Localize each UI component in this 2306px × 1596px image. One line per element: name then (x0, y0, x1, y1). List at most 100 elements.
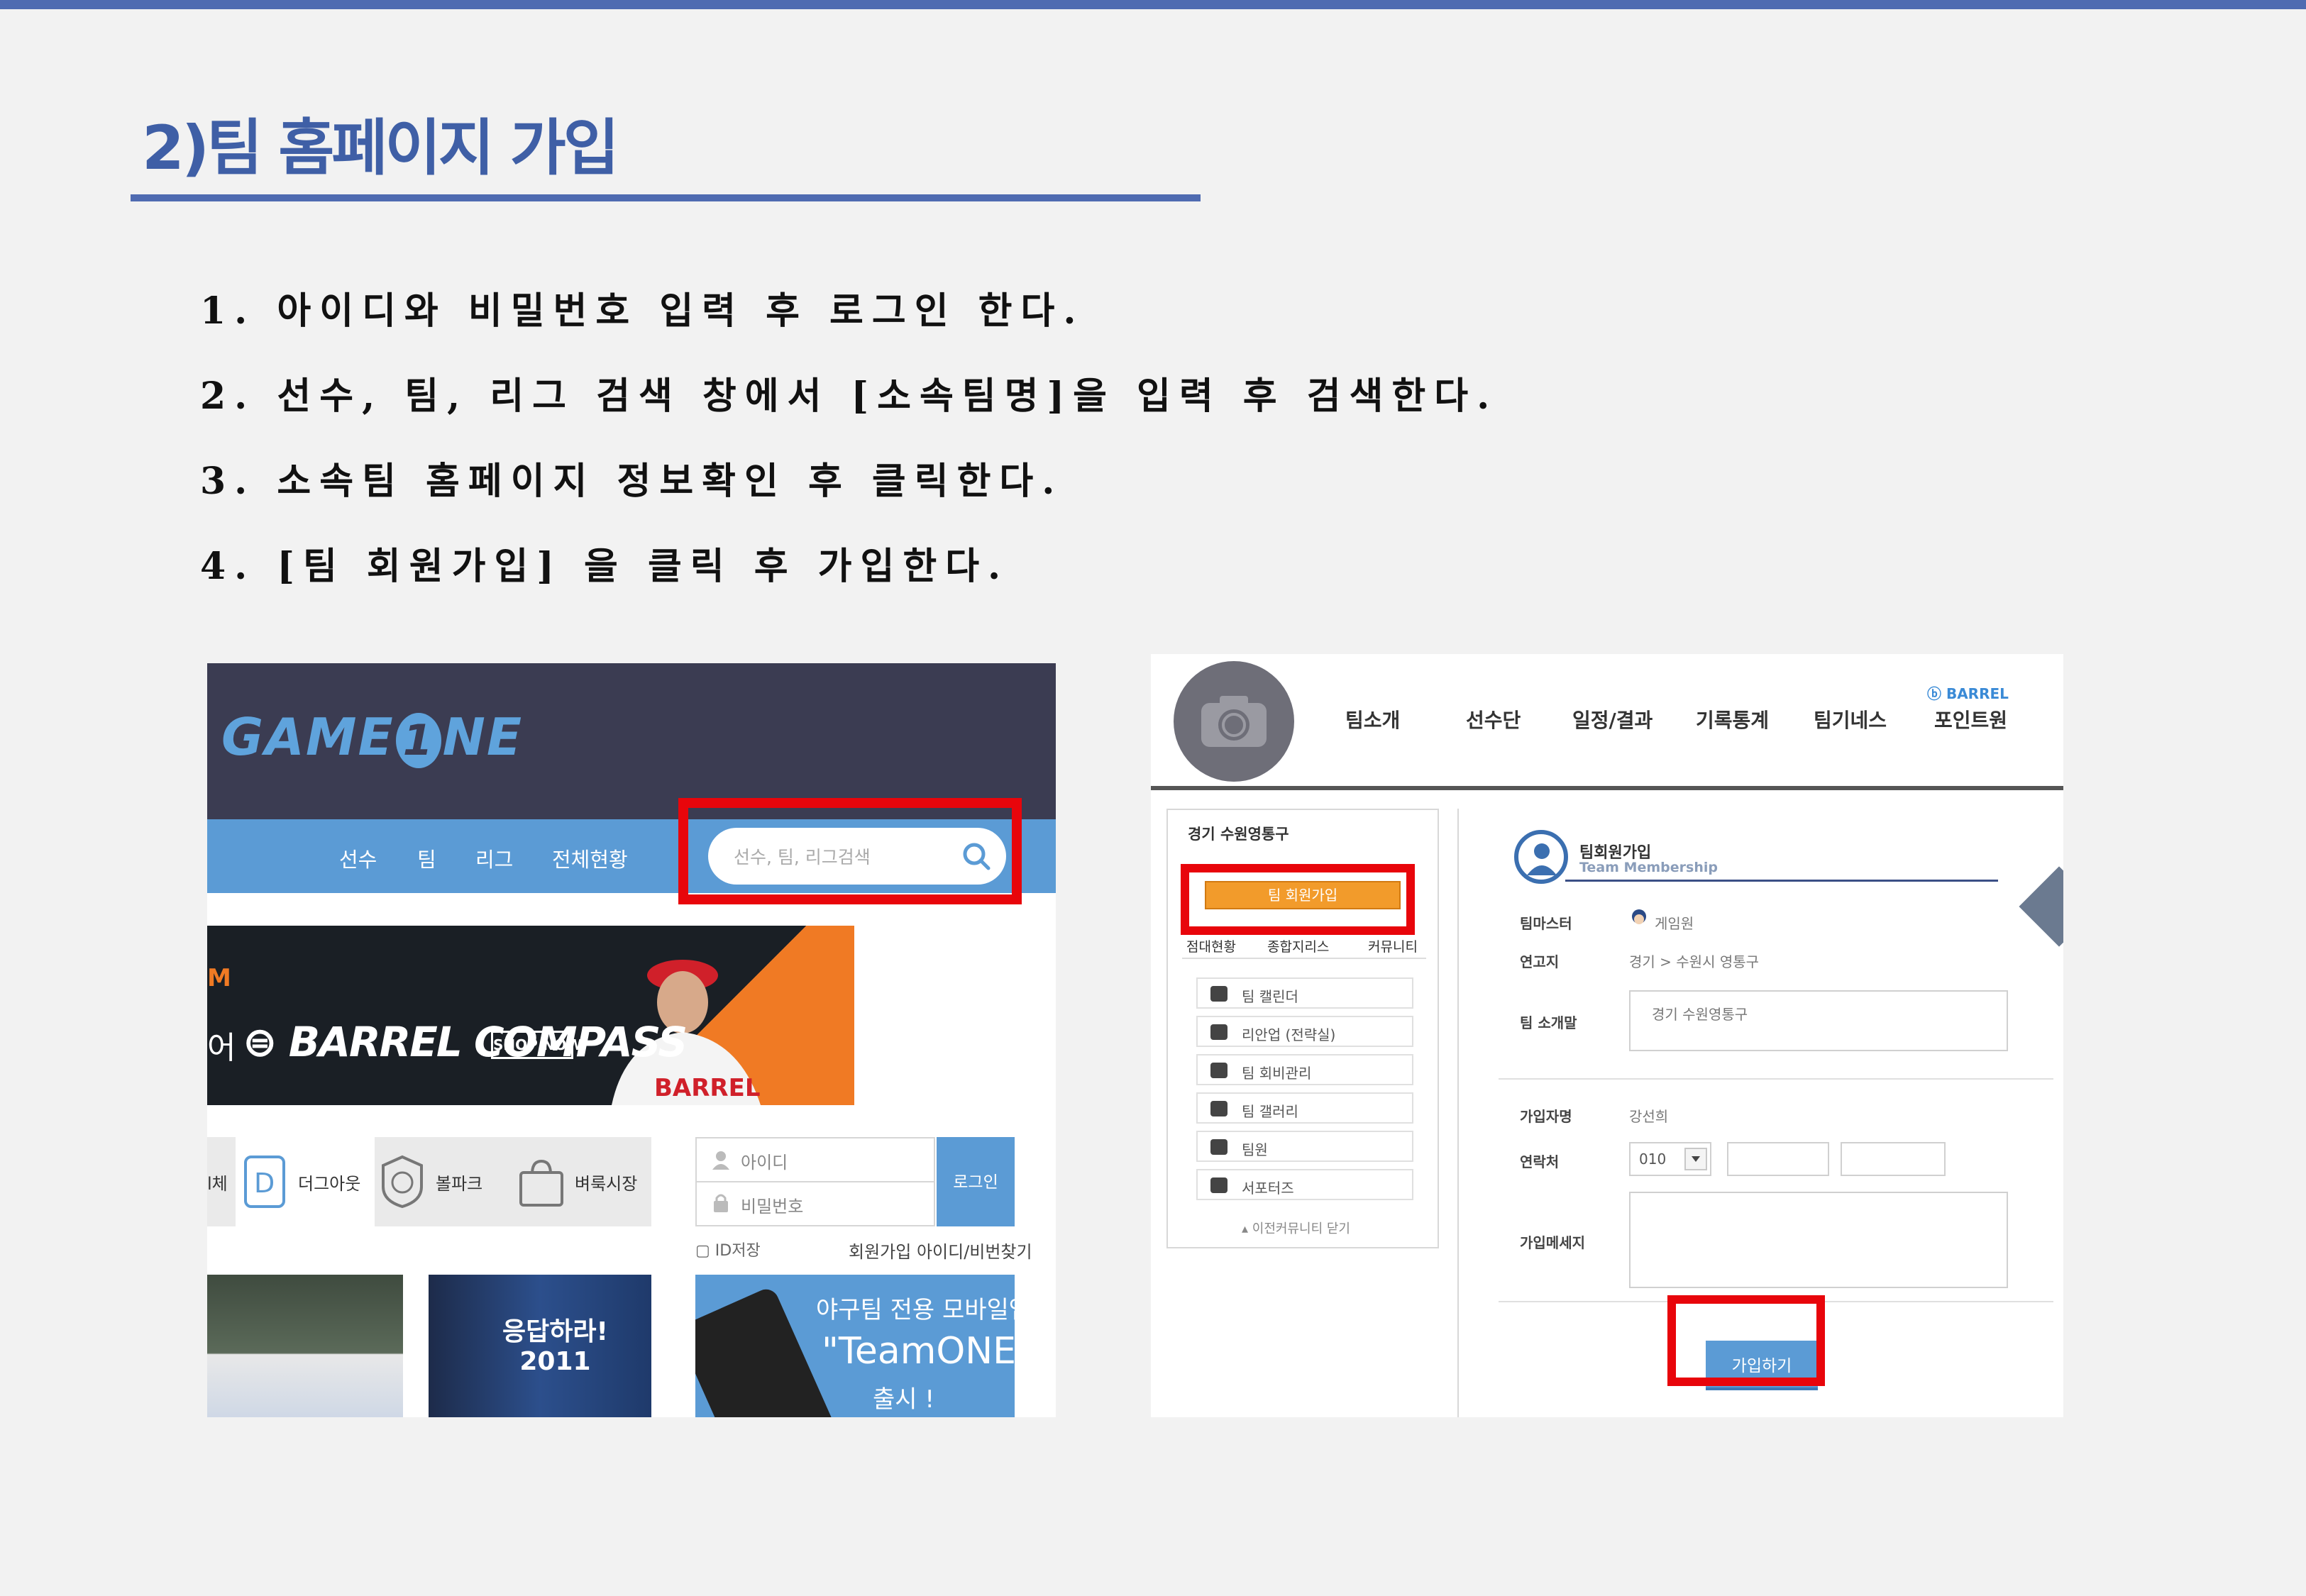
collapse-icon: ▴ (1242, 1221, 1252, 1236)
banner-brand-text: ⊜ BARREL COMPASS (243, 1018, 688, 1066)
membership-icon (1514, 830, 1568, 884)
menu-label: 팀 캘린더 (1242, 988, 1298, 1005)
camera-icon (1201, 696, 1267, 747)
quick-icon-bar: l체 D 더그아웃 볼파크 벼룩시장 (207, 1137, 651, 1226)
phone-middle-input[interactable] (1727, 1142, 1829, 1176)
label-join-message: 가입메세지 (1520, 1234, 1585, 1251)
nav-team[interactable]: 팀 (417, 843, 436, 873)
users-icon (1210, 1139, 1228, 1155)
menu-members[interactable]: 팀원 (1196, 1131, 1413, 1162)
baseball-player-image: BARREL (612, 960, 761, 1105)
search-highlight-box (678, 798, 1022, 904)
logo-text-ne: NE (442, 707, 524, 767)
login-button[interactable]: 로그인 (937, 1137, 1015, 1226)
nav-pointone[interactable]: 포인트원 (1934, 705, 2007, 733)
user-icon (712, 1151, 729, 1170)
app-banner-line3: 출시 ! (873, 1385, 934, 1414)
app-banner-line1: 야구팀 전용 모바일앱 (816, 1296, 1015, 1324)
form-title-rule (1565, 880, 1998, 882)
menu-dues[interactable]: 팀 회비관리 (1196, 1054, 1413, 1085)
nav-stats[interactable]: 기록통계 (1696, 705, 1769, 733)
team-photo-1[interactable] (207, 1275, 403, 1417)
tab-status[interactable]: 점대현황 (1186, 936, 1236, 955)
quick-item-fleamarket[interactable]: 벼룩시장 (575, 1170, 637, 1195)
form-separator (1499, 1078, 2053, 1080)
nav-guinness[interactable]: 팀기네스 (1814, 705, 1887, 733)
join-find-links[interactable]: 회원가입 아이디/비번찾기 (849, 1238, 1032, 1263)
handshake-icon (1210, 1177, 1228, 1193)
svg-text:BARREL: BARREL (654, 1074, 760, 1102)
shop-now-button[interactable]: SHOP NOW (491, 1031, 583, 1059)
nav-players[interactable]: 선수 (339, 843, 377, 873)
gameone-header: GAME 1 NE (207, 663, 1056, 819)
phone-image (695, 1285, 837, 1417)
quick-item-ballpark[interactable]: 볼파크 (436, 1170, 482, 1195)
value-team-master: 게임원 (1655, 915, 1694, 932)
banner-letter: M (207, 964, 231, 992)
top-accent-bar (0, 0, 2306, 9)
submit-highlight-box (1667, 1295, 1825, 1386)
tab-records[interactable]: 종합지리스 (1267, 936, 1329, 955)
tab-divider (1182, 958, 1426, 959)
clock-icon (1210, 986, 1228, 1002)
label-applicant-name: 가입자명 (1520, 1108, 1572, 1125)
gameone-logo[interactable]: GAME 1 NE (221, 707, 524, 769)
id-input[interactable]: 아이디 (741, 1148, 788, 1173)
barrel-compass-banner[interactable]: BARREL M 어 ⊜ BARREL COMPASS SHOP NOW (207, 926, 854, 1105)
team-photo-2[interactable]: 응답하라! 2011 (429, 1275, 651, 1417)
tab-community[interactable]: 커뮤니티 (1368, 936, 1418, 955)
gameone-screenshot: GAME 1 NE 선수 팀 리그 전체현황 선수, 팀, 리그검색 BARREL … (207, 663, 1056, 1417)
step-2: 2. 선수, 팀, 리그 검색 창에서 [소속팀명]을 입력 후 검색한다. (200, 375, 1499, 418)
join-message-textarea[interactable] (1629, 1192, 2008, 1288)
slide-title: 2)팀 홈페이지 가입 (142, 113, 619, 184)
label-phone: 연락처 (1520, 1153, 1560, 1170)
dugout-icon[interactable]: D (243, 1154, 287, 1209)
teamone-app-banner[interactable]: 야구팀 전용 모바일앱 "TeamONE" 출시 ! (695, 1275, 1015, 1417)
id-save-label: ID저장 (715, 1242, 761, 1260)
team-logo-placeholder[interactable] (1174, 661, 1294, 782)
login-divider (697, 1181, 934, 1182)
svg-text:D: D (254, 1168, 275, 1199)
quick-item-dugout[interactable]: 더그아웃 (298, 1170, 360, 1195)
phone-last-input[interactable] (1841, 1142, 1946, 1176)
join-button-highlight-box (1181, 864, 1415, 935)
menu-lineup[interactable]: 리안업 (전략실) (1196, 1016, 1413, 1047)
label-team-master: 팀마스터 (1520, 915, 1572, 932)
nav-roster[interactable]: 선수단 (1466, 705, 1521, 733)
menu-label: 서포터즈 (1242, 1180, 1294, 1197)
login-form: 아이디 비밀번호 (695, 1137, 935, 1226)
step-4: 4. [팀 회원가입] 을 클릭 후 가입한다. (200, 545, 1010, 588)
intro-value: 경기 수원영통구 (1652, 1006, 1748, 1023)
nav-schedule[interactable]: 일정/결과 (1572, 705, 1653, 733)
menu-supporters[interactable]: 서포터즈 (1196, 1169, 1413, 1200)
app-banner-line2: "TeamONE" (822, 1330, 1015, 1373)
money-bag-icon (1210, 1063, 1228, 1078)
avatar (1629, 908, 1649, 929)
nav-league[interactable]: 리그 (475, 843, 513, 873)
collapse-community-link[interactable]: ▴ 이전커뮤니티 닫기 (1242, 1219, 1350, 1237)
team-homepage-screenshot: 팀소개 선수단 일정/결과 기록통계 팀기네스 포인트원 ⓑ BARREL 경기… (1151, 654, 2063, 1417)
password-input[interactable]: 비밀번호 (741, 1192, 803, 1217)
label-intro: 팀 소개말 (1520, 1014, 1577, 1031)
menu-label: 팀 갤러리 (1242, 1103, 1298, 1120)
phone-prefix-select[interactable]: 010 (1629, 1142, 1711, 1176)
menu-label: 팀 회비관리 (1242, 1065, 1312, 1082)
image-icon (1210, 1101, 1228, 1116)
banner-fragment: 어 (207, 1030, 236, 1066)
clipboard-icon (1210, 1024, 1228, 1040)
quick-item-0[interactable]: l체 (207, 1170, 228, 1195)
ballpark-icon[interactable] (380, 1154, 424, 1209)
label-region: 연고지 (1520, 953, 1560, 970)
phone-prefix-value: 010 (1639, 1151, 1667, 1168)
id-save-checkbox[interactable]: ▢ ID저장 (695, 1238, 761, 1260)
menu-team-calendar[interactable]: 팀 캘린더 (1196, 977, 1413, 1009)
collapse-label: 이전커뮤니티 닫기 (1252, 1221, 1350, 1236)
form-subtitle: Team Membership (1579, 860, 1718, 875)
value-region: 경기 > 수원시 영통구 (1629, 953, 1760, 970)
chevron-down-icon[interactable] (1684, 1148, 1707, 1170)
step-1: 1. 아이디와 비밀번호 입력 후 로그인 한다. (200, 289, 1085, 333)
menu-gallery[interactable]: 팀 갤러리 (1196, 1092, 1413, 1124)
nav-overview[interactable]: 전체현황 (552, 843, 628, 873)
nav-team-intro[interactable]: 팀소개 (1345, 705, 1400, 733)
flea-market-bag-icon[interactable] (518, 1158, 565, 1208)
